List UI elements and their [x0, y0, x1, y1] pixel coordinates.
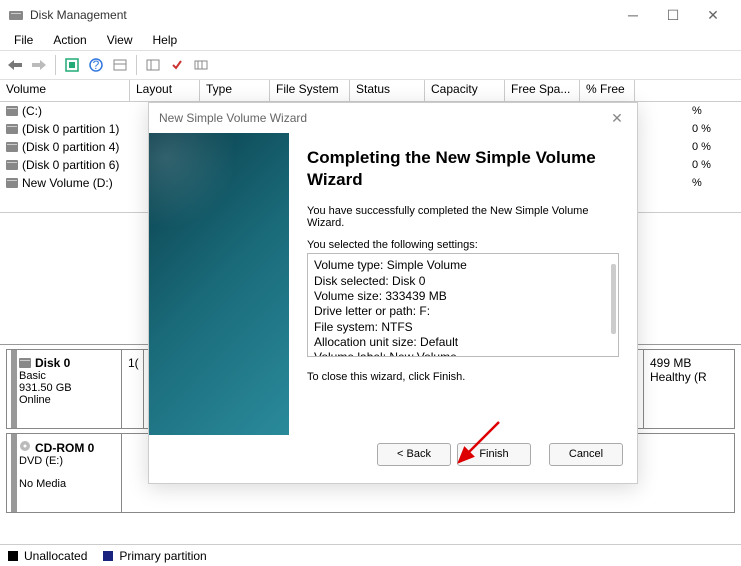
- swatch-unallocated: [8, 551, 18, 561]
- toolbar-icon-5[interactable]: [166, 54, 188, 76]
- drive-icon: [6, 106, 18, 116]
- col-free[interactable]: Free Spa...: [505, 80, 580, 101]
- cd-icon: [19, 440, 31, 455]
- disk-label[interactable]: Disk 0 Basic 931.50 GB Online: [7, 350, 122, 428]
- toolbar-icon-1[interactable]: [61, 54, 83, 76]
- col-volume[interactable]: Volume: [0, 80, 130, 101]
- back-button[interactable]: < Back: [377, 443, 451, 466]
- app-icon: [8, 7, 24, 23]
- drive-icon: [6, 142, 18, 152]
- col-pct[interactable]: % Free: [580, 80, 635, 101]
- wizard-close-hint: To close this wizard, click Finish.: [307, 371, 619, 383]
- menu-help[interactable]: Help: [143, 31, 188, 49]
- maximize-button[interactable]: ☐: [653, 1, 693, 29]
- wizard-title: New Simple Volume Wizard: [159, 111, 307, 125]
- svg-text:?: ?: [93, 58, 100, 72]
- menu-file[interactable]: File: [4, 31, 43, 49]
- wizard-heading: Completing the New Simple Volume Wizard: [307, 147, 619, 191]
- wizard-settings-label: You selected the following settings:: [307, 239, 619, 251]
- toolbar-icon-3[interactable]: [109, 54, 131, 76]
- toolbar-icon-6[interactable]: [190, 54, 212, 76]
- drive-icon: [6, 160, 18, 170]
- col-fs[interactable]: File System: [270, 80, 350, 101]
- scrollbar[interactable]: [611, 264, 616, 334]
- toolbar-icon-4[interactable]: [142, 54, 164, 76]
- partition[interactable]: 1(: [122, 350, 144, 428]
- menu-view[interactable]: View: [97, 31, 143, 49]
- swatch-primary: [103, 551, 113, 561]
- legend: Unallocated Primary partition: [0, 544, 741, 566]
- col-type[interactable]: Type: [200, 80, 270, 101]
- minimize-button[interactable]: ─: [613, 1, 653, 29]
- close-button[interactable]: ✕: [693, 1, 733, 29]
- wizard-button-row: < Back Finish Cancel: [149, 435, 637, 483]
- col-status[interactable]: Status: [350, 80, 425, 101]
- wizard-sidebar-graphic: [149, 133, 289, 435]
- forward-icon[interactable]: [28, 54, 50, 76]
- partition[interactable]: 499 MBHealthy (R: [644, 350, 722, 428]
- wizard-close-button[interactable]: ✕: [607, 110, 627, 127]
- finish-button[interactable]: Finish: [457, 443, 531, 466]
- help-icon[interactable]: ?: [85, 54, 107, 76]
- menu-bar: File Action View Help: [0, 30, 741, 50]
- disk-label[interactable]: CD-ROM 0 DVD (E:) No Media: [7, 434, 122, 512]
- drive-icon: [6, 178, 18, 188]
- menu-action[interactable]: Action: [43, 31, 96, 49]
- wizard-settings-box[interactable]: Volume type: Simple VolumeDisk selected:…: [307, 253, 619, 357]
- col-layout[interactable]: Layout: [130, 80, 200, 101]
- toolbar: ?: [0, 50, 741, 80]
- col-capacity[interactable]: Capacity: [425, 80, 505, 101]
- window-title: Disk Management: [30, 8, 613, 22]
- wizard-dialog: New Simple Volume Wizard ✕ Completing th…: [148, 102, 638, 484]
- disk-icon: [19, 358, 31, 368]
- back-icon[interactable]: [4, 54, 26, 76]
- column-headers: Volume Layout Type File System Status Ca…: [0, 80, 741, 102]
- title-bar: Disk Management ─ ☐ ✕: [0, 0, 741, 30]
- cancel-button[interactable]: Cancel: [549, 443, 623, 466]
- drive-icon: [6, 124, 18, 134]
- wizard-success-text: You have successfully completed the New …: [307, 205, 619, 229]
